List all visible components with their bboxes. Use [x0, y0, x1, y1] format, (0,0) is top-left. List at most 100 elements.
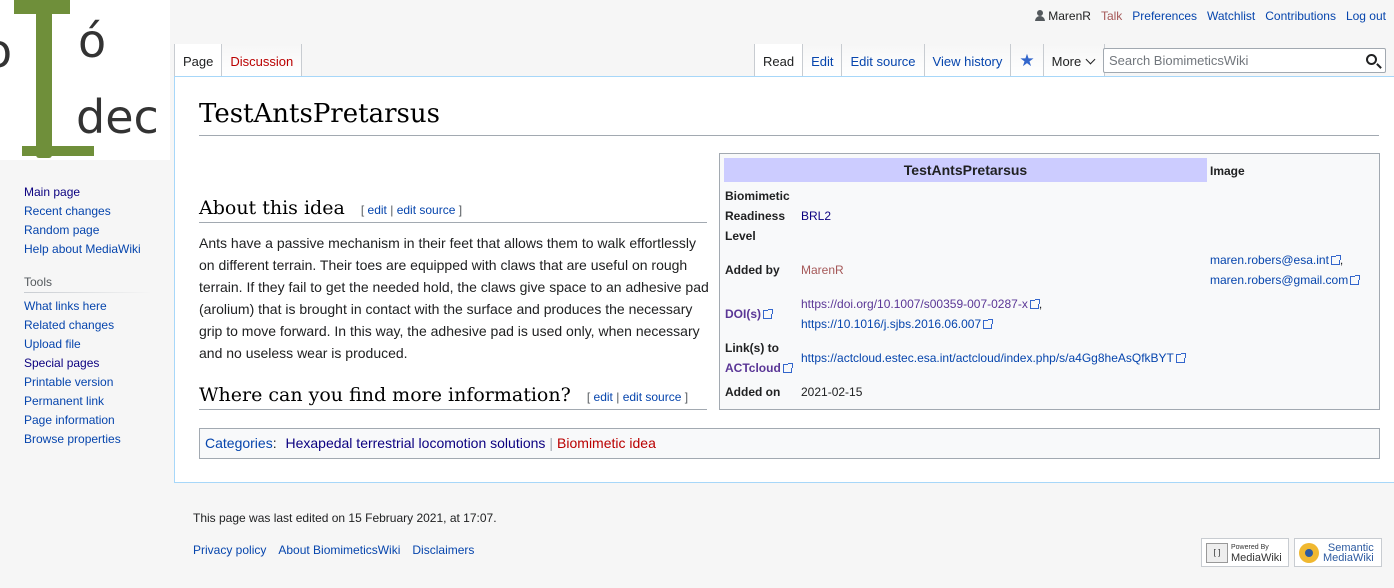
namespace-tabs: Page Discussion	[174, 44, 303, 76]
tab-discussion[interactable]: Discussion	[222, 44, 303, 76]
sidebar-item-printable-version[interactable]: Printable version	[24, 373, 121, 392]
sidebar-item-browse-properties[interactable]: Browse properties	[24, 430, 121, 449]
site-logo[interactable]: o ó dec	[0, 0, 170, 160]
infobox-label-doi[interactable]: DOI(s)	[725, 304, 773, 324]
search-input[interactable]	[1104, 49, 1354, 72]
sidebar-tools-heading[interactable]: Tools	[24, 275, 52, 289]
content-area: TestAntsPretarsus About this idea [ edit…	[174, 76, 1394, 483]
footer-last-edited: This page was last edited on 15 February…	[193, 511, 497, 525]
tab-discussion-label: Discussion	[230, 54, 294, 69]
tab-page[interactable]: Page	[175, 44, 223, 76]
watch-star-button[interactable]: ★	[1011, 44, 1044, 76]
infobox-label-actcloud-line1: Link(s) to	[725, 341, 779, 355]
email-link-2[interactable]: maren.robers@gmail.com	[1210, 273, 1348, 287]
infobox-label-brl-line3: Level	[725, 229, 756, 243]
footer-about-link[interactable]: About BiomimeticsWiki	[278, 543, 400, 557]
external-link-icon	[763, 309, 773, 319]
logout-link[interactable]: Log out	[1346, 9, 1386, 23]
more-menu-button[interactable]: More	[1043, 44, 1106, 76]
user-page-link[interactable]: MarenR	[1035, 9, 1091, 23]
sidebar-item-what-links-here[interactable]: What links here	[24, 297, 121, 316]
tab-edit-source[interactable]: Edit source	[842, 44, 925, 76]
infobox-value-brl[interactable]: BRL2	[801, 206, 831, 226]
actcloud-link[interactable]: https://actcloud.estec.esa.int/actcloud/…	[801, 351, 1174, 365]
section-heading-more-info: Where can you find more information? [ e…	[199, 384, 688, 406]
sidebar-item-permanent-link[interactable]: Permanent link	[24, 392, 121, 411]
powered-by-line2: MediaWiki	[1231, 551, 1282, 564]
logo-text-bottom: dec	[76, 90, 159, 144]
infobox-value-doi: https://doi.org/10.1007/s00359-007-0287-…	[801, 294, 1042, 334]
logo-stem-shape	[36, 0, 52, 158]
sidebar-item-main-page[interactable]: Main page	[24, 183, 141, 202]
preferences-link[interactable]: Preferences	[1132, 9, 1197, 23]
sidebar-item-upload-file[interactable]: Upload file	[24, 335, 121, 354]
sidebar-item-recent-changes[interactable]: Recent changes	[24, 202, 141, 221]
about-paragraph: Ants have a passive mechanism in their f…	[199, 235, 709, 361]
section-divider	[199, 222, 707, 223]
logo-text-top: ó	[78, 14, 107, 68]
section-edit-link[interactable]: edit	[594, 390, 613, 404]
logo-foot-shape	[22, 146, 94, 156]
star-icon: ★	[1019, 51, 1035, 70]
sidebar-item-random-page[interactable]: Random page	[24, 221, 141, 240]
infobox-title: TestAntsPretarsus	[724, 158, 1207, 182]
infobox-image-header: Image	[1210, 164, 1245, 178]
section-edit-links: [ edit | edit source ]	[360, 203, 463, 217]
section-heading-about-text: About this idea	[199, 197, 345, 219]
tab-edit-source-label: Edit source	[850, 54, 916, 69]
external-link-icon	[1175, 353, 1186, 363]
category-link-biomimetic-idea[interactable]: Biomimetic idea	[557, 435, 656, 451]
username-label: MarenR	[1048, 9, 1091, 23]
mediawiki-logo-icon: [ ]	[1206, 542, 1228, 563]
watchlist-link[interactable]: Watchlist	[1207, 9, 1255, 23]
sidebar-tools: What links here Related changes Upload f…	[24, 297, 121, 449]
infobox-label-brl-line1: Biomimetic	[725, 189, 790, 203]
powered-by-mediawiki-badge[interactable]: [ ] Powered By MediaWiki	[1201, 538, 1289, 567]
external-link-icon	[1330, 255, 1341, 265]
categories-label-link[interactable]: Categories	[205, 435, 273, 451]
infobox-value-actcloud: https://actcloud.estec.esa.int/actcloud/…	[801, 348, 1186, 368]
sidebar-item-page-information[interactable]: Page information	[24, 411, 121, 430]
powered-by-text: Powered By MediaWiki	[1231, 543, 1282, 564]
chevron-down-icon	[1085, 54, 1096, 65]
doi-link-2[interactable]: https://10.1016/j.sjbs.2016.06.007	[801, 317, 981, 331]
more-menu-label: More	[1051, 54, 1082, 69]
edit-separator: |	[390, 203, 394, 217]
tab-view-history[interactable]: View history	[924, 44, 1012, 76]
section-divider	[199, 409, 707, 410]
section-edit-link[interactable]: edit	[368, 203, 387, 217]
external-link-icon	[782, 363, 793, 373]
search-box	[1103, 48, 1386, 73]
section-edit-source-link[interactable]: edit source	[397, 203, 456, 217]
tab-read[interactable]: Read	[755, 44, 804, 76]
section-edit-links: [ edit | edit source ]	[586, 390, 689, 404]
tab-edit-label: Edit	[811, 54, 834, 69]
logo-text-left: o	[0, 24, 12, 78]
section-heading-about: About this idea [ edit | edit source ]	[199, 197, 462, 219]
sidebar-item-related-changes[interactable]: Related changes	[24, 316, 121, 335]
tab-edit[interactable]: Edit	[803, 44, 843, 76]
search-icon[interactable]	[1366, 54, 1377, 65]
footer-disclaimers-link[interactable]: Disclaimers	[412, 543, 474, 557]
section-edit-source-link[interactable]: edit source	[623, 390, 682, 404]
sidebar-item-special-pages[interactable]: Special pages	[24, 354, 121, 373]
sidebar-navigation: Main page Recent changes Random page Hel…	[24, 183, 141, 259]
sidebar-item-help[interactable]: Help about MediaWiki	[24, 240, 141, 259]
footer-privacy-policy-link[interactable]: Privacy policy	[193, 543, 266, 557]
infobox-label-added-on: Added on	[725, 385, 781, 399]
edit-separator: |	[616, 390, 620, 404]
doi-link-1[interactable]: https://doi.org/10.1007/s00359-007-0287-…	[801, 297, 1028, 311]
semantic-line1: Semantic	[1327, 541, 1374, 554]
infobox-label-added-by: Added by	[725, 263, 780, 277]
category-links: Categories: Hexapedal terrestrial locomo…	[199, 428, 1380, 459]
tab-read-label: Read	[763, 54, 795, 69]
user-icon	[1035, 10, 1046, 21]
infobox-value-added-by[interactable]: MarenR	[801, 260, 844, 280]
email-link-1[interactable]: maren.robers@esa.int	[1210, 253, 1329, 267]
category-link-hexapedal[interactable]: Hexapedal terrestrial locomotion solutio…	[285, 435, 545, 451]
infobox: TestAntsPretarsus Image Biomimetic Readi…	[719, 153, 1380, 410]
user-talk-link[interactable]: Talk	[1101, 9, 1122, 23]
semantic-mediawiki-badge[interactable]: Semantic MediaWiki	[1294, 538, 1382, 567]
infobox-label-actcloud-line2[interactable]: ACTcloud	[725, 358, 793, 378]
contributions-link[interactable]: Contributions	[1265, 9, 1336, 23]
